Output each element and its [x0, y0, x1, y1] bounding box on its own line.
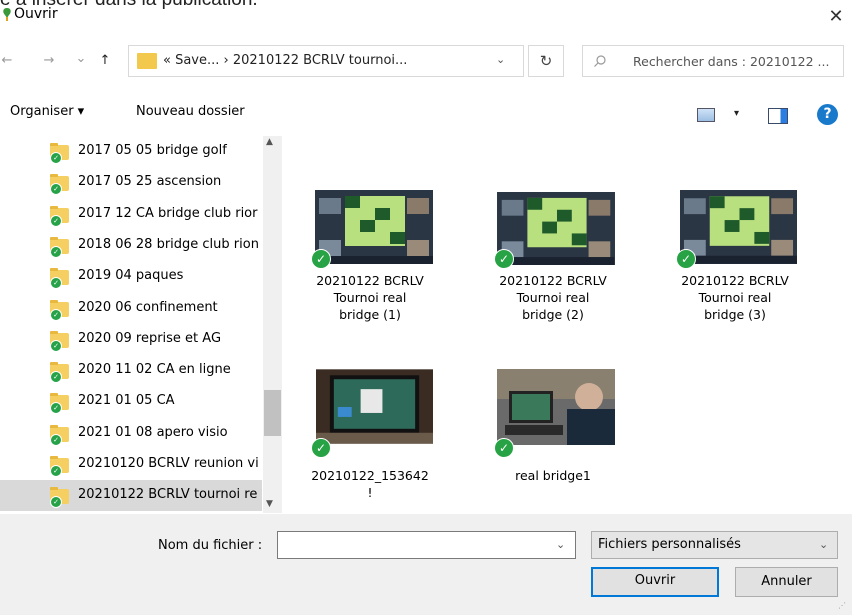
tree-item[interactable]: ✓ 20210120 BCRLV reunion vi [0, 449, 262, 480]
folder-tree: ✓ 2017 05 05 bridge golf ✓ 2017 05 25 ascen… [0, 136, 262, 513]
sync-check-icon: ✓ [50, 152, 62, 164]
sync-check-icon: ✓ [50, 308, 62, 321]
search-placeholder: Rechercher dans : 20210122 ... [633, 54, 830, 69]
tree-item-label: 2018 06 28 bridge club rion [78, 236, 259, 252]
up-arrow-icon[interactable]: ↑ [96, 49, 114, 73]
tree-item[interactable]: ✓ 2017 05 05 bridge golf [0, 136, 262, 167]
tree-item[interactable]: ✓ 2017 12 CA bridge club rior [0, 199, 262, 230]
tree-scrollbar[interactable] [263, 136, 282, 513]
tree-item[interactable]: ✓ 2017 05 25 ascension [0, 167, 262, 198]
tree-item-label: 2017 05 05 bridge golf [78, 143, 227, 158]
new-folder-button[interactable]: Nouveau dossier [136, 104, 245, 119]
title-bar [0, 0, 852, 34]
filename-input[interactable] [277, 531, 576, 559]
tree-item[interactable]: ✓ 2021 01 08 apero visio [0, 418, 262, 449]
chevron-down-icon[interactable]: ⌄ [496, 53, 505, 66]
view-dropdown-icon[interactable]: ▾ [734, 108, 739, 119]
tree-item-label: 2021 01 08 apero visio [78, 424, 228, 440]
tree-item[interactable]: ✓ 2021 01 05 CA [0, 386, 262, 417]
tree-item-label: 2020 06 confinement [78, 299, 218, 315]
resize-grip-icon[interactable]: ⋰ [838, 601, 848, 611]
organise-menu-button[interactable]: Organiser ▾ [10, 104, 84, 119]
open-button[interactable]: Ouvrir [591, 567, 719, 597]
file-thumbnail[interactable] [497, 369, 615, 445]
file-thumbnail[interactable] [497, 192, 615, 265]
address-bar[interactable]: « Save... › 20210122 BCRLV tournoi... ⌄ [128, 45, 524, 77]
sync-check-icon: ✓ [311, 438, 331, 458]
sync-check-icon: ✓ [50, 183, 62, 196]
sync-check-icon: ✓ [50, 433, 62, 446]
forward-arrow-icon[interactable]: → [40, 49, 58, 73]
search-input[interactable]: Rechercher dans : 20210122 ... [582, 45, 844, 77]
tree-item[interactable]: ✓ 2020 09 reprise et AG [0, 324, 262, 355]
tree-item-label: 2020 11 02 CA en ligne [78, 362, 231, 378]
filetype-select[interactable]: Fichiers personnalisés ⌄ [591, 531, 838, 559]
sync-check-icon: ✓ [50, 339, 62, 352]
filename-label: Nom du fichier : [158, 538, 263, 553]
tree-item-label: 2019 04 paques [78, 268, 184, 284]
sync-check-icon: ✓ [50, 245, 62, 258]
sync-check-icon: ✓ [50, 277, 62, 290]
dialog-footer [0, 514, 852, 615]
sync-check-icon: ✓ [50, 371, 62, 384]
sync-check-icon: ✓ [50, 496, 62, 509]
tree-item[interactable]: ✓ 2018 06 28 bridge club rion [0, 230, 262, 261]
cancel-button[interactable]: Annuler [735, 567, 838, 597]
file-name[interactable]: 20210122_153642 ! [290, 467, 450, 501]
tree-item[interactable]: ✓ 20210122 BCRLV tournoi re [0, 480, 262, 512]
tree-item[interactable]: ✓ 2020 06 confinement [0, 293, 262, 324]
view-mode-icon[interactable] [697, 108, 715, 122]
window-title: Ouvrir [14, 6, 58, 22]
chevron-down-icon[interactable]: ⌄ [556, 538, 565, 551]
filetype-value: Fichiers personnalisés [598, 537, 741, 552]
tree-item-label: 2020 09 reprise et AG [78, 330, 222, 346]
recent-locations-icon[interactable]: ⌄ [74, 47, 88, 71]
file-name[interactable]: 20210122 BCRLV Tournoi real bridge (3) [655, 272, 815, 323]
chevron-down-icon[interactable]: ⌄ [819, 538, 828, 551]
file-thumbnail[interactable] [315, 190, 433, 264]
tree-item-label: 20210122 BCRLV tournoi re [78, 487, 258, 503]
tree-item-label: 2017 05 25 ascension [78, 174, 222, 190]
sync-check-icon: ✓ [676, 249, 696, 269]
sync-check-icon: ✓ [311, 249, 331, 269]
close-button[interactable]: ✕ [822, 3, 850, 31]
scroll-up-icon[interactable]: ▲ [266, 137, 273, 147]
scroll-down-icon[interactable]: ▼ [266, 499, 273, 509]
sync-check-icon: ✓ [50, 402, 62, 415]
tree-item-label: 2017 12 CA bridge club rior [78, 205, 258, 221]
file-list: ✓ 20210122 BCRLV Tournoi real bridge (1) ✓… [283, 136, 852, 513]
file-name[interactable]: 20210122 BCRLV Tournoi real bridge (1) [290, 272, 450, 323]
tree-item-label: 2021 01 05 CA [78, 393, 175, 409]
file-thumbnail[interactable] [680, 190, 797, 264]
file-name[interactable]: 20210122 BCRLV Tournoi real bridge (2) [473, 272, 633, 323]
folder-icon [137, 53, 157, 69]
breadcrumb[interactable]: « Save... › 20210122 BCRLV tournoi... [163, 53, 407, 68]
sync-check-icon: ✓ [494, 249, 514, 269]
sync-check-icon: ✓ [494, 438, 514, 458]
tree-item-label: 20210120 BCRLV reunion vi [78, 456, 259, 471]
refresh-button[interactable]: ↻ [528, 45, 564, 77]
sync-check-icon: ✓ [50, 465, 62, 477]
preview-pane-icon[interactable] [768, 108, 788, 124]
sync-check-icon: ✓ [50, 214, 62, 227]
scroll-thumb[interactable] [264, 390, 281, 436]
file-thumbnail[interactable] [316, 369, 433, 444]
app-icon [2, 8, 12, 21]
tree-item[interactable]: ✓ 2020 11 02 CA en ligne [0, 355, 262, 386]
help-icon[interactable]: ? [817, 104, 838, 125]
file-name[interactable]: real bridge1 [473, 467, 633, 484]
tree-item[interactable]: ✓ 2019 04 paques [0, 261, 262, 292]
back-arrow-icon[interactable]: ← [0, 49, 14, 73]
search-icon [593, 54, 607, 72]
